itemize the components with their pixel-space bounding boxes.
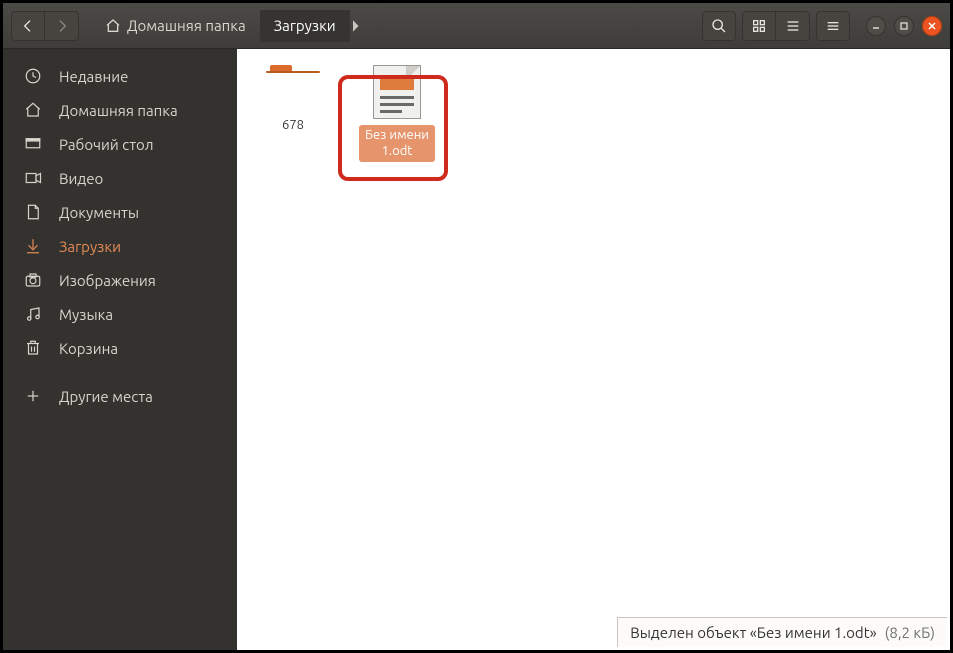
- sidebar-item-label: Видео: [59, 170, 103, 187]
- chevron-left-icon: [20, 18, 36, 34]
- maximize-icon: [899, 21, 909, 31]
- sidebar-item-label: Недавние: [59, 68, 128, 85]
- sidebar-item-videos[interactable]: Видео: [3, 161, 237, 195]
- sidebar-item-label: Загрузки: [59, 238, 121, 255]
- breadcrumb-home-label: Домашняя папка: [127, 17, 246, 34]
- home-icon: [24, 101, 42, 119]
- window-controls: [866, 16, 942, 36]
- status-size: (8,2 кБ): [885, 624, 935, 641]
- breadcrumb-current[interactable]: Загрузки: [260, 10, 350, 42]
- desktop-icon: [24, 135, 42, 153]
- download-icon: [24, 237, 42, 255]
- forward-button[interactable]: [45, 11, 79, 41]
- sidebar-item-label: Рабочий стол: [59, 136, 154, 153]
- close-button[interactable]: [922, 16, 942, 36]
- breadcrumb: Домашняя папка Загрузки: [91, 10, 364, 42]
- view-list-button[interactable]: [776, 11, 810, 41]
- triangle-right-icon: [353, 20, 360, 32]
- minimize-icon: [871, 21, 881, 31]
- breadcrumb-current-label: Загрузки: [274, 17, 336, 34]
- sidebar: Недавние Домашняя папка Рабочий стол Вид…: [3, 49, 237, 650]
- camera-icon: [24, 271, 42, 289]
- sidebar-item-pictures[interactable]: Изображения: [3, 263, 237, 297]
- file-grid[interactable]: 678 Без имени 1.odt: [237, 49, 950, 650]
- breadcrumb-home[interactable]: Домашняя папка: [91, 10, 260, 42]
- hamburger-icon: [825, 18, 841, 34]
- grid-icon: [751, 18, 767, 34]
- sidebar-item-label: Документы: [59, 204, 139, 221]
- video-icon: [24, 169, 42, 187]
- sidebar-item-label: Домашняя папка: [59, 102, 178, 119]
- sidebar-item-trash[interactable]: Корзина: [3, 331, 237, 365]
- file-label: Без имени 1.odt: [359, 125, 435, 162]
- sidebar-item-documents[interactable]: Документы: [3, 195, 237, 229]
- list-icon: [785, 18, 801, 34]
- sidebar-item-label: Корзина: [59, 340, 118, 357]
- document-item[interactable]: Без имени 1.odt: [359, 65, 435, 162]
- trash-icon: [24, 339, 42, 357]
- sidebar-item-recent[interactable]: Недавние: [3, 59, 237, 93]
- folder-icon: [266, 65, 320, 109]
- maximize-button[interactable]: [894, 16, 914, 36]
- status-text: Выделен объект «Без имени 1.odt»: [630, 624, 876, 641]
- back-button[interactable]: [11, 11, 45, 41]
- search-icon: [711, 18, 727, 34]
- home-icon: [105, 18, 121, 34]
- sidebar-item-label: Музыка: [59, 306, 113, 323]
- sidebar-item-music[interactable]: Музыка: [3, 297, 237, 331]
- breadcrumb-more[interactable]: [350, 20, 364, 32]
- sidebar-item-downloads[interactable]: Загрузки: [3, 229, 237, 263]
- nav-history-group: [11, 11, 79, 41]
- doc-icon: [24, 203, 42, 221]
- search-button[interactable]: [702, 11, 736, 41]
- chevron-right-icon: [54, 18, 70, 34]
- document-icon: [373, 65, 421, 119]
- folder-item[interactable]: 678: [255, 65, 331, 135]
- sidebar-item-label: Изображения: [59, 272, 156, 289]
- close-icon: [927, 21, 937, 31]
- clock-icon: [24, 67, 42, 85]
- sidebar-item-other-places[interactable]: Другие места: [3, 379, 237, 413]
- view-grid-button[interactable]: [742, 11, 776, 41]
- sidebar-item-desktop[interactable]: Рабочий стол: [3, 127, 237, 161]
- hamburger-menu-button[interactable]: [816, 11, 850, 41]
- music-icon: [24, 305, 42, 323]
- minimize-button[interactable]: [866, 16, 886, 36]
- plus-icon: [24, 387, 42, 405]
- sidebar-item-home[interactable]: Домашняя папка: [3, 93, 237, 127]
- sidebar-item-label: Другие места: [59, 388, 153, 405]
- status-bar: Выделен объект «Без имени 1.odt» (8,2 кБ…: [617, 617, 947, 647]
- view-mode-group: [742, 11, 810, 41]
- toolbar: Домашняя папка Загрузки: [3, 3, 950, 49]
- file-label: 678: [278, 115, 308, 135]
